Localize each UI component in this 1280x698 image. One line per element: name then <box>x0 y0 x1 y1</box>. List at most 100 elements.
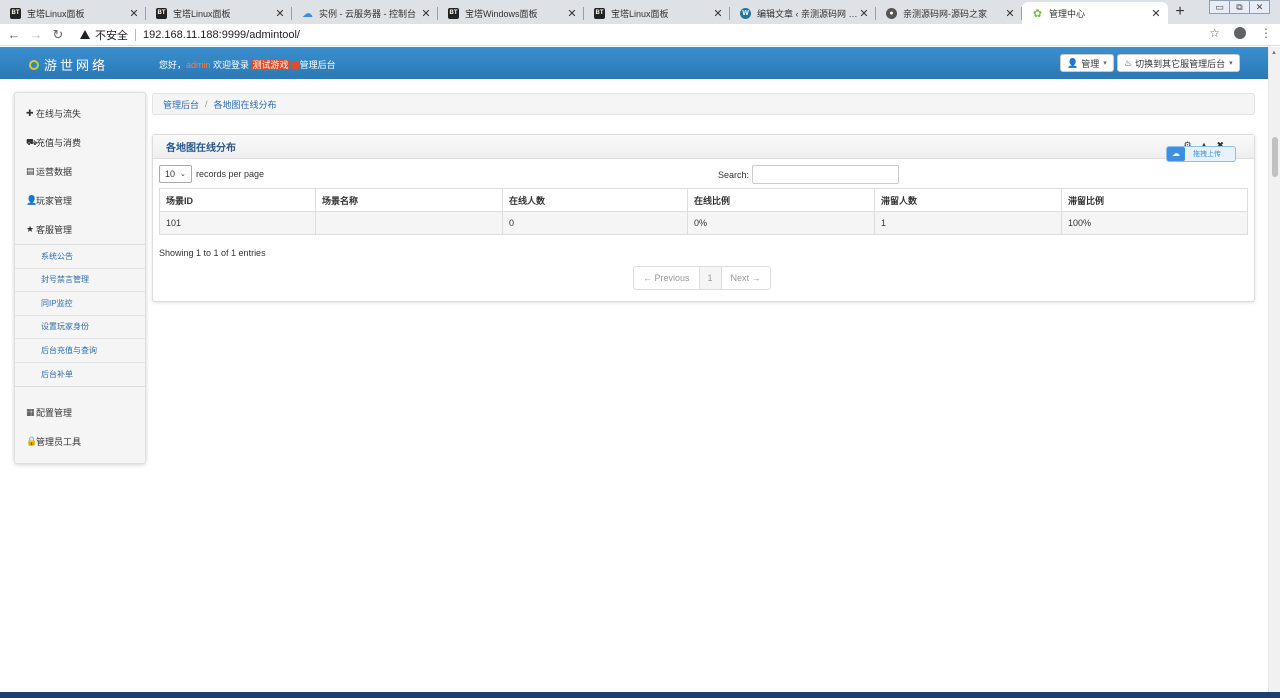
sidebar-item-support[interactable]: ★ 客服管理 <box>15 215 145 244</box>
sidebar-item-admin-tools[interactable]: 🔒 管理员工具 <box>15 427 145 456</box>
switch-server-button[interactable]: ♨ 切换到其它服管理后台 ▾ <box>1117 54 1240 72</box>
forward-icon[interactable]: → <box>28 27 44 42</box>
security-indicator[interactable]: 不安全 192.168.11.188:9999/admintool/ <box>80 27 300 43</box>
close-icon[interactable]: ✕ <box>712 7 724 20</box>
close-icon[interactable]: ✕ <box>1004 7 1016 20</box>
table-cell: 0% <box>687 211 875 235</box>
submenu-item[interactable]: 同IP监控 <box>15 292 145 316</box>
box-header: 各地图在线分布 <box>153 135 1254 159</box>
close-window-button[interactable]: ✕ <box>1249 0 1270 14</box>
browser-tab[interactable]: BT 宝塔Linux面板 ✕ <box>146 2 292 24</box>
page-length-control: 10 ⌄ records per page <box>159 165 264 183</box>
submenu-item[interactable]: 封号禁言管理 <box>15 269 145 292</box>
url-text[interactable]: 192.168.11.188:9999/admintool/ <box>143 29 300 41</box>
data-table: 场景ID 场景名称 在线人数 在线比例 滞留人数 滞留比例 101 0 0% 1… <box>159 188 1248 235</box>
column-header[interactable]: 滞留人数 <box>874 188 1062 212</box>
column-header[interactable]: 场景ID <box>159 188 316 212</box>
caret-down-icon: ▾ <box>1103 60 1107 67</box>
sidebar-item-online[interactable]: ✚ 在线与流失 <box>15 99 145 128</box>
tab-title: 宝塔Linux面板 <box>611 8 669 19</box>
browser-tab-active[interactable]: ✿ 管理中心 ✕ <box>1022 2 1168 24</box>
table-cell: 100% <box>1061 211 1248 235</box>
page-number-button[interactable]: 1 <box>698 267 722 289</box>
table-cell: 1 <box>874 211 1062 235</box>
close-icon[interactable]: ✕ <box>1150 7 1162 20</box>
admin-menu-button[interactable]: 👤 管理 ▾ <box>1060 54 1114 72</box>
profile-icon[interactable] <box>1234 27 1246 39</box>
new-tab-button[interactable]: + <box>1168 2 1192 24</box>
sidebar-item-recharge[interactable]: ⛟ 充值与消费 <box>15 128 145 157</box>
reload-icon[interactable]: ↻ <box>50 27 66 43</box>
user-icon: 👤 <box>1067 57 1079 68</box>
close-icon[interactable]: ✕ <box>858 7 870 20</box>
table-cell <box>315 211 503 235</box>
breadcrumb: 管理后台 / 各地图在线分布 <box>152 93 1255 115</box>
browser-tab[interactable]: BT 宝塔Linux面板 ✕ <box>584 2 730 24</box>
breadcrumb-current[interactable]: 各地图在线分布 <box>214 98 277 111</box>
back-icon[interactable]: ← <box>6 27 22 42</box>
search-input[interactable] <box>752 165 900 184</box>
table-cell: 101 <box>159 211 316 235</box>
support-submenu: 系统公告 封号禁言管理 同IP监控 设置玩家身份 后台充值与查询 后台补单 <box>15 244 145 387</box>
sidebar-item-label: 配置管理 <box>36 408 73 418</box>
page-size-select[interactable]: 10 ⌄ <box>159 165 192 183</box>
browser-tab[interactable]: W 编辑文章 ‹ 亲测源码网 — W ✕ <box>730 2 876 24</box>
address-bar-actions: ☆ ⋮ <box>1195 26 1272 40</box>
welcome-message: 您好，admin 欢迎登录 测试游戏 管理后台 <box>159 58 336 71</box>
browser-tab[interactable]: ● 亲测源码网-源码之家 ✕ <box>876 2 1022 24</box>
star-icon[interactable]: ☆ <box>1209 26 1220 40</box>
drag-upload-widget[interactable]: ☁ 拖拽上传 <box>1166 146 1236 162</box>
column-header[interactable]: 在线人数 <box>502 188 688 212</box>
list-icon: ▤ <box>26 166 35 176</box>
column-header[interactable]: 场景名称 <box>315 188 503 212</box>
scrollbar-thumb[interactable] <box>1272 137 1278 177</box>
pagination: ← Previous 1 Next → <box>633 266 771 290</box>
breadcrumb-home-link[interactable]: 管理后台 <box>163 98 199 111</box>
restore-button[interactable]: ⧉ <box>1229 0 1250 14</box>
sidebar-item-players[interactable]: 👤 玩家管理 <box>15 186 145 215</box>
sidebar-item-label: 玩家管理 <box>36 196 73 206</box>
logo[interactable]: 游世网络 <box>29 55 108 74</box>
switch-button-label: 切换到其它服管理后台 <box>1135 58 1226 69</box>
vertical-scrollbar[interactable]: ▲ <box>1268 47 1280 692</box>
next-page-button[interactable]: Next → <box>722 267 770 289</box>
column-header[interactable]: 在线比例 <box>687 188 875 212</box>
username: admin <box>186 60 211 70</box>
minimize-button[interactable]: ▭ <box>1209 0 1230 14</box>
submenu-item[interactable]: 系统公告 <box>15 245 145 269</box>
scroll-up-icon[interactable]: ▲ <box>1271 50 1277 56</box>
tab-title: 实例 - 云服务器 - 控制台 <box>319 8 416 19</box>
column-header[interactable]: 滞留比例 <box>1061 188 1248 212</box>
submenu-item[interactable]: 设置玩家身份 <box>15 316 145 339</box>
server-name: 测试游戏 <box>251 60 290 70</box>
address-bar: ← → ↻ 不安全 192.168.11.188:9999/admintool/… <box>0 24 1280 46</box>
sidebar-item-operations[interactable]: ▤ 运营数据 <box>15 157 145 186</box>
caret-down-icon: ▾ <box>1229 60 1233 67</box>
menu-icon[interactable]: ⋮ <box>1260 26 1272 40</box>
welcome-suffix: 管理后台 <box>299 60 336 70</box>
sidebar-item-config[interactable]: ▦ 配置管理 <box>15 398 145 427</box>
close-icon[interactable]: ✕ <box>274 7 286 20</box>
plus-icon: ✚ <box>26 108 34 118</box>
table-search: Search: <box>718 165 900 184</box>
close-icon[interactable]: ✕ <box>128 7 140 20</box>
browser-tab[interactable]: BT 宝塔Windows面板 ✕ <box>438 2 584 24</box>
sidebar-item-label: 在线与流失 <box>36 109 82 119</box>
sidebar-item-label: 充值与消费 <box>36 138 82 148</box>
submenu-item[interactable]: 后台补单 <box>15 363 145 387</box>
records-label: records per page <box>196 169 265 179</box>
previous-page-button[interactable]: ← Previous <box>634 267 699 289</box>
tab-title: 宝塔Linux面板 <box>27 8 85 19</box>
tab-title: 编辑文章 ‹ 亲测源码网 — W <box>757 8 858 19</box>
browser-tab[interactable]: ☁ 实例 - 云服务器 - 控制台 ✕ <box>292 2 438 24</box>
logo-icon <box>29 59 39 70</box>
table-cell: 0 <box>502 211 688 235</box>
close-icon[interactable]: ✕ <box>420 7 432 20</box>
wordpress-icon: W <box>740 7 751 19</box>
upload-label: 拖拽上传 <box>1193 151 1221 158</box>
submenu-item[interactable]: 后台充值与查询 <box>15 339 145 363</box>
browser-tab[interactable]: BT 宝塔Linux面板 ✕ <box>0 2 146 24</box>
welcome-prefix: 您好， <box>159 60 187 70</box>
close-icon[interactable]: ✕ <box>566 7 578 20</box>
